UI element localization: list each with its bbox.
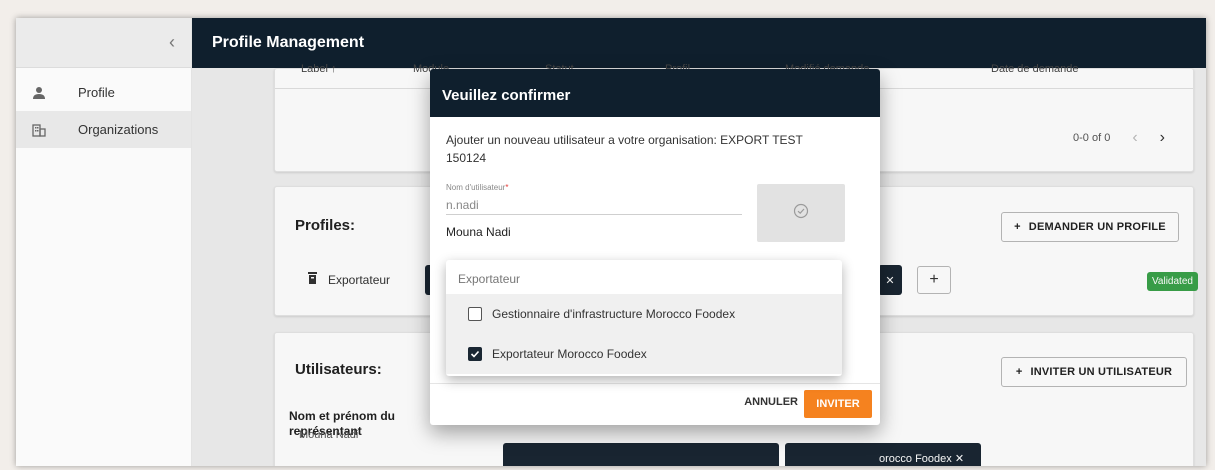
dialog-actions: ANNULER INVITER — [430, 383, 880, 425]
sidebar-header: ‹ — [16, 18, 191, 68]
option-label: Gestionnaire d'infrastructure Morocco Fo… — [492, 307, 736, 321]
sidebar-item-organizations[interactable]: Organizations — [16, 111, 191, 148]
full-name-text: Mouna Nadi — [446, 225, 511, 239]
required-mark: * — [505, 183, 509, 192]
cancel-button[interactable]: ANNULER — [744, 396, 798, 408]
dropdown-option-gestionnaire[interactable]: Gestionnaire d'infrastructure Morocco Fo… — [446, 294, 842, 334]
top-bar: Profile Management — [192, 18, 1206, 68]
checkbox-checked-icon[interactable] — [468, 347, 482, 361]
sidebar-item-profile[interactable]: Profile — [16, 74, 191, 111]
sidebar: ‹ Profile Organizations — [16, 18, 192, 466]
dialog-title: Veuillez confirmer — [430, 69, 880, 117]
check-circle-icon — [793, 203, 809, 224]
dropdown-options: Gestionnaire d'infrastructure Morocco Fo… — [446, 294, 842, 374]
dialog-message: Ajouter un nouveau utilisateur a votre o… — [446, 133, 803, 165]
profile-dropdown-panel: Exportateur Gestionnaire d'infrastructur… — [446, 260, 842, 376]
app-window: ‹ Profile Organizations Profile Manageme… — [16, 18, 1206, 466]
sidebar-item-label: Profile — [78, 85, 115, 100]
app-title: Profile Management — [212, 34, 365, 51]
sidebar-item-label: Organizations — [78, 122, 159, 137]
username-field: Nom d'utilisateur* — [446, 183, 742, 215]
username-input[interactable] — [446, 195, 742, 215]
username-label-text: Nom d'utilisateur — [446, 183, 506, 192]
invite-button[interactable]: INVITER — [804, 390, 872, 418]
dropdown-option-exportateur[interactable]: Exportateur Morocco Foodex — [446, 334, 842, 374]
person-icon — [28, 85, 50, 101]
building-icon — [28, 122, 50, 138]
checkbox-unchecked-icon[interactable] — [468, 307, 482, 321]
username-label: Nom d'utilisateur* — [446, 183, 742, 192]
dropdown-header: Exportateur — [458, 272, 521, 286]
collapse-sidebar-icon[interactable]: ‹ — [169, 32, 175, 53]
verify-button[interactable] — [757, 184, 845, 242]
option-label: Exportateur Morocco Foodex — [492, 347, 647, 361]
